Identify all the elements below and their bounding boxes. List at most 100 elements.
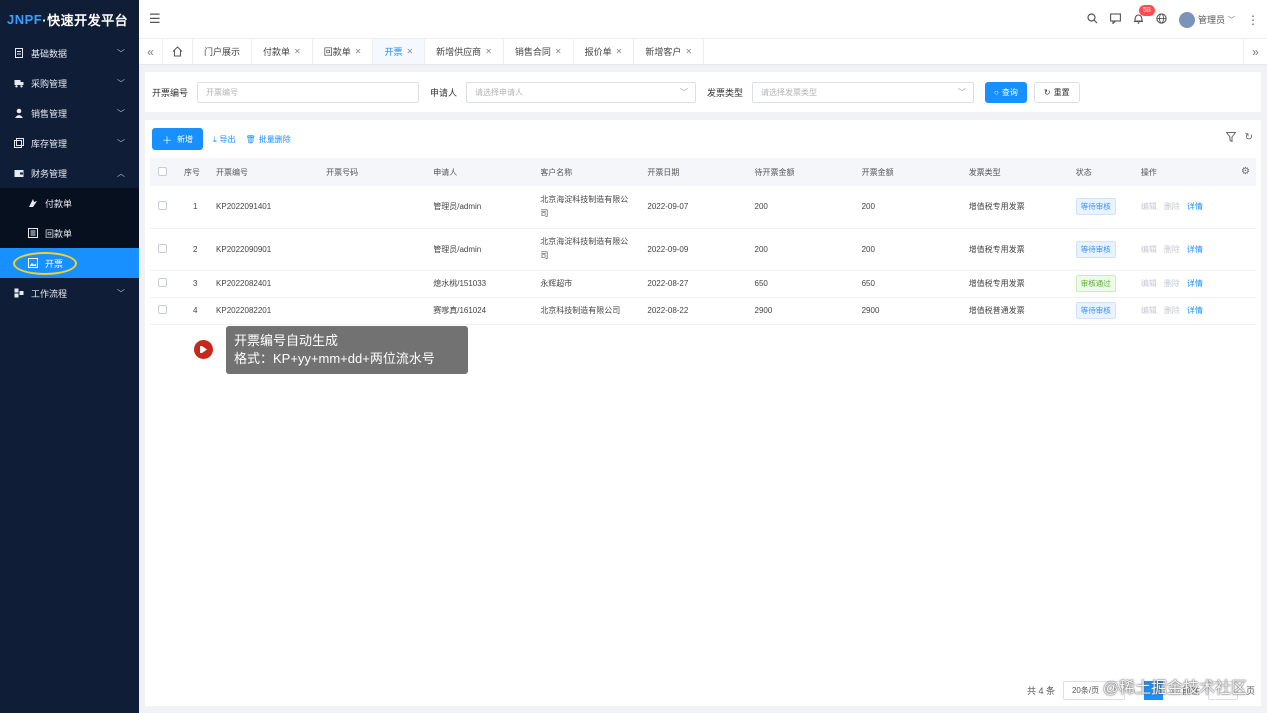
sidebar-item-label: 回款单 bbox=[45, 228, 73, 239]
tab-portal[interactable]: 门户展示 bbox=[193, 39, 253, 64]
sidebar-item-purchase[interactable]: 采购管理 ﹀ bbox=[0, 68, 139, 98]
delete-button[interactable]: 删除 bbox=[1164, 306, 1180, 315]
table-row[interactable]: 3 KP2022082401 熄水桃/151033 永辉超市 2022-08-2… bbox=[150, 270, 1256, 298]
tab-payment[interactable]: 付款单 ✕ bbox=[252, 39, 313, 64]
status-badge: 等待审核 bbox=[1075, 240, 1116, 258]
close-icon[interactable]: ✕ bbox=[294, 47, 301, 56]
pay-icon bbox=[29, 199, 37, 207]
user-menu[interactable]: 管理员 ﹀ bbox=[1178, 11, 1235, 28]
edit-button[interactable]: 编辑 bbox=[1141, 202, 1157, 211]
menu-collapse-icon[interactable]: ☰ bbox=[149, 11, 161, 27]
delete-button[interactable]: 删除 bbox=[1164, 245, 1180, 254]
tab-quotation[interactable]: 报价单 ✕ bbox=[574, 39, 635, 64]
cell-amount: 2900 bbox=[857, 297, 965, 325]
cell-applicant: 管理员/admin bbox=[429, 228, 537, 271]
search-icon[interactable] bbox=[1087, 12, 1098, 27]
cell-status: 审核通过 bbox=[1071, 270, 1137, 298]
add-button[interactable]: ＋ 新增 bbox=[152, 128, 203, 150]
main-content: ＋ 新增 ⤓ 导出 🗑︎ 批量删除 ↻ 序号 开票编号 开票号码 申请人 客户名称 … bbox=[145, 120, 1261, 706]
sidebar-item-payment[interactable]: 付款单 bbox=[0, 188, 139, 218]
checkbox[interactable] bbox=[158, 278, 167, 287]
edit-button[interactable]: 编辑 bbox=[1141, 245, 1157, 254]
message-icon[interactable] bbox=[1110, 12, 1121, 27]
checkbox[interactable] bbox=[158, 305, 167, 314]
sidebar-item-workflow[interactable]: 工作流程 ﹀ bbox=[0, 278, 139, 308]
pagination-total: 共 4 条 bbox=[1026, 686, 1055, 696]
column-header-label: 操作 bbox=[1140, 167, 1157, 177]
edit-button[interactable]: 编辑 bbox=[1141, 279, 1157, 288]
sidebar-item-invoice[interactable]: 开票 bbox=[0, 248, 139, 278]
applicant-select[interactable]: 请选择申请人 ﹀ bbox=[466, 81, 697, 103]
cell-pending-amount: 650 bbox=[750, 270, 858, 298]
detail-link[interactable]: 详情 bbox=[1187, 202, 1203, 211]
sidebar-item-receipt[interactable]: 回款单 bbox=[0, 218, 139, 248]
home-icon[interactable] bbox=[163, 39, 193, 64]
tab-sales-contract[interactable]: 销售合同 ✕ bbox=[504, 39, 574, 64]
sidebar-item-finance[interactable]: 财务管理 ︿ bbox=[0, 158, 139, 188]
plus-icon: ＋ bbox=[162, 135, 172, 147]
sidebar-item-label: 销售管理 bbox=[31, 108, 68, 119]
close-icon[interactable]: ✕ bbox=[355, 47, 362, 56]
row-checkbox-cell[interactable] bbox=[150, 270, 181, 298]
batch-delete-button[interactable]: 🗑︎ 批量删除 bbox=[246, 134, 291, 145]
detail-link[interactable]: 详情 bbox=[1187, 245, 1203, 254]
refresh-icon[interactable]: ↻ bbox=[1245, 132, 1253, 145]
close-icon[interactable]: ✕ bbox=[685, 47, 692, 56]
detail-link[interactable]: 详情 bbox=[1187, 306, 1203, 315]
search-form: 开票编号 开票编号 申请人 请选择申请人 ﹀ 发票类型 请选择发票类型 ﹀ ○ … bbox=[145, 72, 1261, 112]
play-marker-icon bbox=[194, 340, 213, 359]
tabs-scroll-right-icon[interactable]: » bbox=[1243, 39, 1267, 64]
tab-label: 开票 bbox=[384, 47, 403, 57]
row-checkbox-cell[interactable] bbox=[150, 228, 181, 271]
button-label: 新增 bbox=[177, 134, 193, 144]
filter-icon[interactable] bbox=[1225, 132, 1237, 145]
sidebar-item-label: 付款单 bbox=[45, 198, 73, 209]
row-checkbox-cell[interactable] bbox=[150, 186, 181, 229]
checkbox[interactable] bbox=[158, 243, 167, 253]
invoice-type-select[interactable]: 请选择发票类型 ﹀ bbox=[752, 81, 975, 103]
delete-button[interactable]: 删除 bbox=[1164, 202, 1180, 211]
more-vertical-icon[interactable]: ⋮ bbox=[1247, 13, 1259, 27]
close-icon[interactable]: ✕ bbox=[616, 47, 623, 56]
checkbox[interactable] bbox=[158, 201, 167, 211]
sidebar-item-inventory[interactable]: 库存管理 ﹀ bbox=[0, 128, 139, 158]
table-row[interactable]: 4 KP2022082201 赛嗲真/161024 北京科技制造有限公司 202… bbox=[150, 297, 1256, 325]
close-icon[interactable]: ✕ bbox=[555, 47, 562, 56]
table-row[interactable]: 1 KP2022091401 管理员/admin 北京海淀科技制造有限公司 20… bbox=[150, 186, 1256, 229]
close-icon[interactable]: ✕ bbox=[485, 47, 492, 56]
cell-amount: 650 bbox=[857, 270, 965, 298]
cell-invoice-no: KP2022090901 bbox=[212, 228, 323, 271]
notification-bell[interactable]: 58 bbox=[1133, 4, 1155, 27]
export-button[interactable]: ⤓ 导出 bbox=[213, 134, 236, 145]
row-checkbox-cell[interactable] bbox=[150, 297, 181, 325]
edit-button[interactable]: 编辑 bbox=[1141, 306, 1157, 315]
cell-date: 2022-08-27 bbox=[643, 270, 751, 298]
reset-button[interactable]: ↻ 重置 bbox=[1033, 81, 1080, 103]
chevron-up-icon: ︿ bbox=[117, 168, 125, 178]
app-logo[interactable]: JNPF ·快速开发平台 bbox=[0, 0, 139, 38]
column-header: 发票类型 bbox=[964, 158, 1072, 186]
query-button[interactable]: ○ 查询 bbox=[985, 81, 1027, 103]
detail-link[interactable]: 详情 bbox=[1187, 279, 1203, 288]
tab-receipt[interactable]: 回款单 ✕ bbox=[313, 39, 374, 64]
cell-index: 3 bbox=[180, 270, 213, 298]
header-actions: 58 管理员 ﹀ ⋮ bbox=[1087, 0, 1259, 39]
language-globe-icon[interactable] bbox=[1156, 12, 1167, 27]
sidebar-item-basic-data[interactable]: 基础数据 ﹀ bbox=[0, 38, 139, 68]
gear-icon[interactable]: ⚙ bbox=[1241, 166, 1250, 177]
tab-add-supplier[interactable]: 新增供应商 ✕ bbox=[425, 39, 504, 64]
delete-button[interactable]: 删除 bbox=[1164, 279, 1180, 288]
invoice-table: 序号 开票编号 开票号码 申请人 客户名称 开票日期 待开票金额 开票金额 发票… bbox=[150, 158, 1256, 325]
checkbox[interactable] bbox=[158, 166, 167, 176]
sidebar-item-sales[interactable]: 销售管理 ﹀ bbox=[0, 98, 139, 128]
tabs-scroll-left-icon[interactable]: « bbox=[139, 39, 163, 64]
close-icon[interactable]: ✕ bbox=[406, 47, 413, 56]
table-row[interactable]: 2 KP2022090901 管理员/admin 北京海淀科技制造有限公司 20… bbox=[150, 228, 1256, 271]
invoice-no-input[interactable]: 开票编号 bbox=[197, 81, 420, 103]
tab-invoice[interactable]: 开票 ✕ bbox=[373, 39, 426, 64]
cell-status: 等待审核 bbox=[1071, 186, 1137, 229]
chevron-down-icon: ﹀ bbox=[117, 48, 125, 58]
select-all-checkbox[interactable] bbox=[150, 158, 181, 186]
tab-add-customer[interactable]: 新增客户 ✕ bbox=[634, 39, 705, 64]
sidebar-item-label: 采购管理 bbox=[31, 78, 68, 89]
